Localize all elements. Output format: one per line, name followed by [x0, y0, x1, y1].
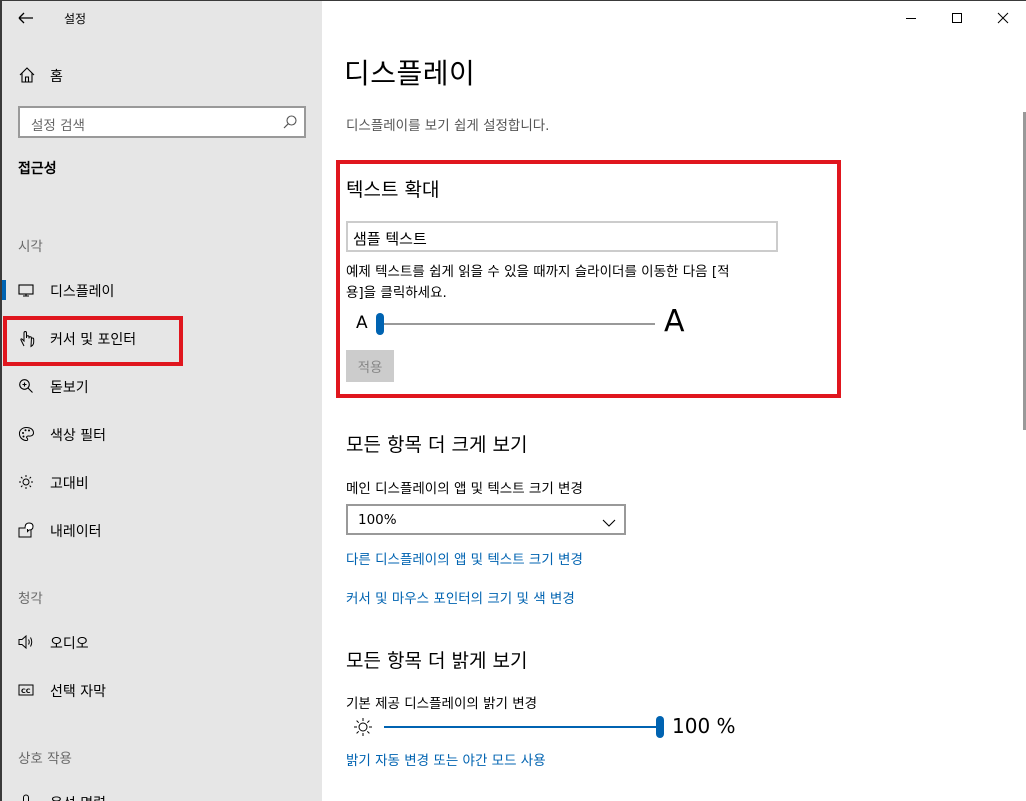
- title-bar: 설정: [0, 0, 322, 36]
- sidebar-item-label: 오디오: [50, 636, 89, 652]
- sidebar-item-magnifier[interactable]: 돋보기: [0, 366, 322, 406]
- app-title: 설정: [64, 12, 87, 26]
- text-size-slider-thumb[interactable]: [376, 313, 384, 335]
- page-description: 디스플레이를 보기 쉽게 설정합니다.: [346, 118, 550, 134]
- sidebar-item-high-contrast[interactable]: 고대비: [0, 462, 322, 502]
- brightness-label: 기본 제공 디스플레이의 밝기 변경: [346, 696, 538, 712]
- home-icon: [18, 66, 36, 88]
- back-button[interactable]: [14, 8, 38, 28]
- home-nav-item[interactable]: 홈: [0, 58, 322, 92]
- sidebar-item-label: 커서 및 포인터: [50, 332, 137, 348]
- search-placeholder: 설정 검색: [31, 118, 85, 134]
- maximize-button[interactable]: [934, 6, 980, 30]
- night-light-link[interactable]: 밝기 자동 변경 또는 야간 모드 사용: [346, 749, 546, 769]
- sidebar-item-label: 색상 필터: [50, 428, 106, 444]
- sidebar-item-label: 내레이터: [50, 524, 102, 540]
- chevron-down-icon: [602, 514, 616, 533]
- sidebar-item-label: 디스플레이: [50, 284, 115, 300]
- back-arrow-icon: [18, 12, 33, 24]
- scale-dropdown[interactable]: 100%: [346, 504, 626, 535]
- cursor-size-color-link[interactable]: 커서 및 마우스 포인터의 크기 및 색 변경: [346, 587, 575, 607]
- sidebar-item-label: 고대비: [50, 476, 89, 492]
- make-bigger-heading: 모든 항목 더 크게 보기: [346, 434, 528, 456]
- text-scale-heading: 텍스트 확대: [346, 179, 440, 201]
- cursor-pointer-icon: [18, 330, 35, 348]
- help-line-2: 용]을 클릭하세요.: [346, 285, 447, 301]
- apply-button[interactable]: 적용: [346, 350, 394, 382]
- big-a-label: A: [664, 304, 685, 339]
- text-scale-help: 예제 텍스트를 쉽게 읽을 수 있을 때까지 슬라이더를 이동한 다음 [적 용…: [346, 262, 786, 304]
- settings-search-input[interactable]: 설정 검색: [18, 106, 306, 138]
- sidebar-item-label: 음성 명령: [50, 793, 106, 801]
- close-icon: [997, 12, 1009, 24]
- minimize-button[interactable]: [888, 6, 934, 30]
- close-button[interactable]: [980, 6, 1026, 30]
- small-a-label: A: [356, 313, 368, 333]
- sidebar-item-color-filters[interactable]: 색상 필터: [0, 414, 322, 454]
- narrator-icon: [18, 522, 34, 538]
- sidebar-item-narrator[interactable]: 내레이터: [0, 510, 322, 550]
- brightness-icon: [18, 474, 34, 490]
- brightness-value: 100 %: [672, 714, 736, 738]
- text-size-slider-track[interactable]: [380, 323, 655, 325]
- minimize-icon: [906, 18, 916, 19]
- help-line-1: 예제 텍스트를 쉽게 읽을 수 있을 때까지 슬라이더를 이동한 다음 [적: [346, 264, 730, 280]
- brightness-slider-thumb[interactable]: [656, 716, 664, 738]
- maximize-icon: [952, 13, 962, 23]
- scale-label: 메인 디스플레이의 앱 및 텍스트 크기 변경: [346, 481, 583, 497]
- home-label: 홈: [50, 69, 63, 85]
- group-hearing-header: 청각: [18, 591, 43, 607]
- sidebar-item-display[interactable]: 디스플레이: [0, 270, 322, 310]
- sample-text-box: 샘플 텍스트: [346, 221, 778, 252]
- sidebar-item-closed-captions[interactable]: CC 선택 자막: [0, 670, 322, 710]
- other-display-scale-link[interactable]: 다른 디스플레이의 앱 및 텍스트 크기 변경: [346, 548, 583, 568]
- content-pane: 디스플레이 디스플레이를 보기 쉽게 설정합니다. 텍스트 확대 샘플 텍스트 …: [322, 0, 1026, 801]
- scale-dropdown-value: 100%: [358, 512, 397, 528]
- group-vision-header: 시각: [18, 239, 43, 255]
- search-icon[interactable]: [282, 114, 298, 134]
- closed-caption-icon: CC: [18, 682, 34, 698]
- palette-icon: [18, 426, 35, 442]
- sample-text: 샘플 텍스트: [353, 230, 427, 248]
- sidebar-item-label: 선택 자막: [50, 684, 106, 700]
- sidebar-item-label: 돋보기: [50, 380, 89, 396]
- speaker-icon: [18, 634, 34, 650]
- brightness-slider-track[interactable]: [384, 726, 658, 728]
- svg-text:CC: CC: [21, 687, 31, 695]
- sidebar-item-audio[interactable]: 오디오: [0, 622, 322, 662]
- page-title: 디스플레이: [344, 57, 476, 90]
- sidebar-item-speech[interactable]: 음성 명령: [0, 782, 322, 801]
- group-interaction-header: 상호 작용: [18, 751, 72, 767]
- make-brighter-heading: 모든 항목 더 밝게 보기: [346, 650, 528, 672]
- monitor-icon: [18, 282, 34, 298]
- section-title: 접근성: [18, 161, 57, 177]
- microphone-icon: [18, 794, 34, 801]
- sidebar-item-cursor-pointer[interactable]: 커서 및 포인터: [0, 318, 322, 358]
- brightness-icon: [352, 716, 374, 742]
- sidebar: 설정 홈 설정 검색 접근성 시각 디스플레이 커서 및 포인터 돋보기 색상 …: [0, 0, 322, 801]
- magnifier-icon: [18, 378, 34, 394]
